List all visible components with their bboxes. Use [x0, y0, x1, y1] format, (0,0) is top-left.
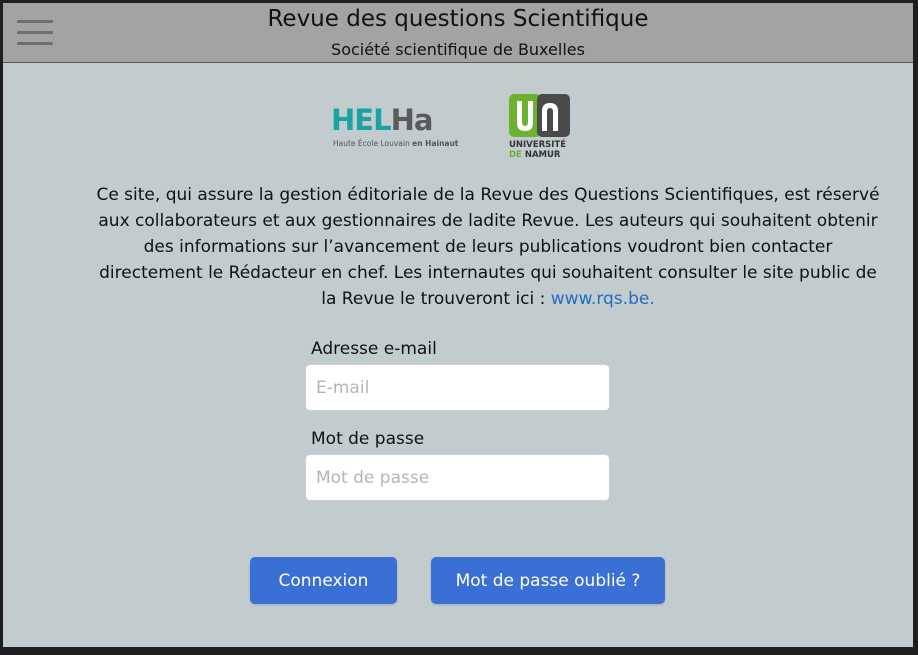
helha-wordmark: HELHa — [331, 103, 434, 137]
unamur-logo: UNIVERSITÉ DE NAMUR — [506, 93, 576, 165]
forgot-password-button[interactable]: Mot de passe oublié ? — [431, 557, 665, 604]
unamur-line2: DE NAMUR — [509, 150, 566, 160]
page-title: Revue des questions Scientifique — [267, 6, 649, 32]
header-bar: Revue des questions Scientifique Société… — [3, 3, 913, 63]
rqs-website-link[interactable]: www.rqs.be. — [551, 289, 655, 309]
helha-tagline-part2: en Hainaut — [412, 139, 459, 148]
password-label: Mot de passe — [311, 429, 425, 449]
unamur-line1: UNIVERSITÉ — [509, 140, 566, 150]
unamur-emblem-icon — [509, 94, 570, 137]
helha-tagline-part1: Haute École Louvain — [333, 139, 410, 148]
intro-text: Ce site, qui assure la gestion éditorial… — [96, 185, 880, 309]
page-subtitle: Société scientifique de Buxelles — [331, 40, 585, 59]
unamur-wordmark: UNIVERSITÉ DE NAMUR — [509, 140, 566, 160]
email-input[interactable] — [305, 364, 610, 411]
intro-paragraph: Ce site, qui assure la gestion éditorial… — [93, 182, 883, 312]
helha-wordmark-part1: HEL — [331, 103, 392, 137]
unamur-line2-part2: NAMUR — [524, 150, 561, 160]
password-input[interactable] — [305, 454, 610, 501]
helha-wordmark-part2: Ha — [390, 103, 434, 137]
unamur-line2-part1: DE — [509, 150, 522, 160]
helha-logo: HELHa Haute École Louvain en Hainaut — [331, 103, 458, 153]
login-button[interactable]: Connexion — [250, 557, 397, 604]
app-window: Revue des questions Scientifique Société… — [3, 3, 913, 647]
email-label: Adresse e-mail — [311, 339, 437, 359]
helha-tagline: Haute École Louvain en Hainaut — [333, 139, 458, 148]
